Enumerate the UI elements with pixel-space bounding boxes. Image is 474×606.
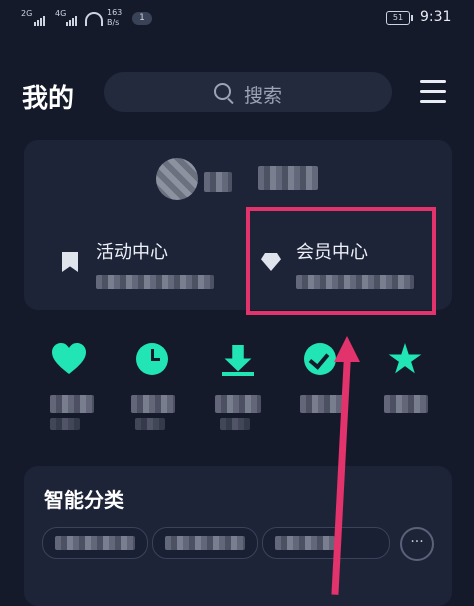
annotation-highlight-box: [246, 207, 436, 315]
quick-action-sublabel: [135, 418, 165, 430]
speed-value: 163: [107, 8, 123, 17]
status-bar: 2G 4G 163 B/s 1 51 9:31: [0, 0, 474, 40]
clock-icon[interactable]: [136, 343, 168, 375]
quick-action-label-purchased: [300, 395, 346, 413]
search-placeholder: 搜索: [244, 85, 283, 107]
quick-action-label-favorites: [384, 395, 428, 413]
check-circle-icon[interactable]: [304, 343, 336, 375]
activity-center-subtext: [96, 275, 214, 289]
avatar[interactable]: [156, 158, 198, 200]
quick-action-label-downloads: [215, 395, 261, 413]
menu-icon[interactable]: [420, 80, 446, 104]
heart-icon[interactable]: [52, 343, 86, 375]
notification-badge: 1: [132, 12, 152, 25]
username-blurred: [204, 172, 232, 192]
activity-center-label: 活动中心: [96, 242, 168, 263]
speed-unit: B/s: [107, 18, 120, 27]
more-button[interactable]: ···: [400, 527, 434, 561]
network-indicator-1: 2G: [21, 9, 33, 18]
signal-icon-2: [66, 13, 78, 26]
search-bar[interactable]: 搜索: [104, 72, 392, 112]
network-speed: 163 B/s: [107, 8, 122, 28]
clock-time: 9:31: [420, 9, 452, 25]
page-title: 我的: [22, 84, 75, 114]
star-icon[interactable]: [388, 343, 422, 374]
smart-category-title: 智能分类: [44, 488, 124, 512]
search-icon: [214, 83, 231, 100]
category-chip[interactable]: [262, 527, 390, 559]
quick-action-label-recent: [131, 395, 175, 413]
battery-icon: 51: [386, 11, 413, 25]
signal-icon: [34, 13, 46, 26]
download-icon[interactable]: [224, 345, 252, 372]
quick-action-sublabel: [220, 418, 250, 430]
quick-action-label-liked: [50, 395, 94, 413]
download-icon-base: [222, 372, 254, 376]
quick-action-sublabel: [50, 418, 80, 430]
network-indicator-2: 4G: [55, 9, 67, 18]
user-level-blurred: [258, 166, 318, 190]
category-chip[interactable]: [42, 527, 148, 559]
wifi-icon: [85, 12, 103, 26]
category-chip[interactable]: [152, 527, 258, 559]
